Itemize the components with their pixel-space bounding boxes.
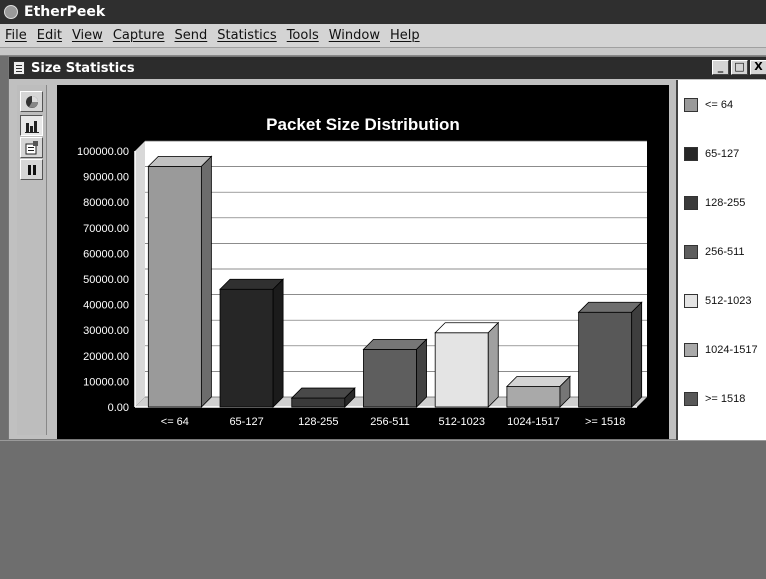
x-tick-label: 256-511 [370,416,410,428]
app-titlebar: EtherPeek [0,0,766,24]
legend-label: <= 64 [705,99,734,111]
legend-item: 256-511 [684,245,745,259]
menu-view[interactable]: View [67,28,108,43]
legend-item: 128-255 [684,196,745,210]
bar [578,311,633,408]
legend-label: >= 1518 [705,393,746,405]
minimize-button[interactable]: _ [712,60,729,75]
x-tick-label: <= 64 [161,416,189,428]
bar-top [362,338,428,350]
bar [219,288,274,408]
legend-swatch [684,392,698,406]
chart-toolbar [17,85,47,435]
menu-bar: File Edit View Capture Send Statistics T… [0,24,766,48]
legend-label: 65-127 [705,148,740,160]
menu-tools[interactable]: Tools [282,28,324,43]
legend-swatch [684,343,698,357]
bar-side [631,301,643,408]
bar [291,397,346,408]
x-tick-label: 1024-1517 [507,416,560,428]
legend-label: 512-1023 [705,295,752,307]
bar-chart-button[interactable] [20,115,43,136]
y-tick-label: 80000.00 [83,197,129,209]
legend-item: 512-1023 [684,294,752,308]
app-icon [4,5,18,19]
legend-item: 1024-1517 [684,343,758,357]
chart-panel: 0.00 10000.00 20000.00 30000.00 40000.00 5000… [57,85,669,439]
bar-chart-icon [24,120,39,133]
y-tick-label: 10000.00 [83,376,129,388]
x-tick-label: 512-1023 [438,416,485,428]
bar [434,332,489,408]
legend-swatch [684,245,698,259]
size-statistics-window: Size Statistics _ □ X 0.00 10000.00 20000.… [8,56,766,440]
bar-chart: 0.00 10000.00 20000.00 30000.00 40000.00 5000… [77,140,647,428]
legend-item: >= 1518 [684,392,745,406]
close-button[interactable]: X [750,60,766,75]
app-window: EtherPeek File Edit View Capture Send St… [0,0,766,579]
pie-chart-icon [25,95,38,108]
legend-item: <= 64 [684,98,733,112]
window-title: Size Statistics [31,60,135,76]
bar-side [416,338,427,408]
legend-swatch [684,196,698,210]
plot-side-wall [135,141,145,407]
x-tick-label: >= 1518 [585,416,625,428]
app-title: EtherPeek [24,4,106,20]
bar [363,348,417,408]
workspace-background [0,440,766,579]
bar-top [219,278,285,290]
y-tick-label: 60000.00 [83,248,129,260]
menu-send[interactable]: Send [170,28,213,43]
legend-swatch [684,98,698,112]
menu-capture[interactable]: Capture [108,28,170,43]
bar-top [147,155,213,167]
window-controls: _ □ X [712,60,766,75]
y-tick-label: 0.00 [108,402,129,414]
pause-button[interactable] [20,159,43,180]
bar [506,386,561,408]
chart-title: Packet Size Distribution [266,115,460,134]
menu-statistics[interactable]: Statistics [212,28,281,43]
y-tick-label: 20000.00 [83,351,129,363]
menu-help[interactable]: Help [385,28,425,43]
bar-top [505,376,571,387]
x-tick-label: 65-127 [229,416,263,428]
menu-file[interactable]: File [0,28,32,43]
pause-icon [27,164,36,175]
y-tick-label: 30000.00 [83,325,129,337]
properties-icon [25,140,38,154]
menu-edit[interactable]: Edit [32,28,67,43]
document-icon [13,61,25,75]
menu-window[interactable]: Window [324,28,385,43]
child-titlebar: Size Statistics _ □ X [9,57,766,79]
legend-swatch [684,147,698,161]
menubar-divider [0,48,766,56]
legend-swatch [684,294,698,308]
bar-top [434,322,500,334]
bar-top [290,387,356,399]
x-tick-label: 128-255 [298,416,338,428]
y-tick-label: 40000.00 [83,300,129,312]
legend-item: 65-127 [684,147,739,161]
y-tick-label: 70000.00 [83,223,129,235]
maximize-button[interactable]: □ [731,60,748,75]
bar-side [272,278,284,408]
y-tick-label: 100000.00 [77,146,129,158]
bar [147,165,202,408]
bar-top [577,301,643,313]
pie-chart-button[interactable] [20,91,43,112]
legend-label: 1024-1517 [705,344,758,356]
legend-label: 256-511 [705,246,745,258]
y-tick-label: 90000.00 [83,172,129,184]
y-tick-label: 50000.00 [83,274,129,286]
legend-label: 128-255 [705,197,746,209]
bar-side [200,155,212,408]
chart-legend: <= 64 65-127 128-255 256-511 512-1023 1024-15… [676,80,766,440]
properties-button[interactable] [20,137,43,158]
bar-side [487,321,499,408]
